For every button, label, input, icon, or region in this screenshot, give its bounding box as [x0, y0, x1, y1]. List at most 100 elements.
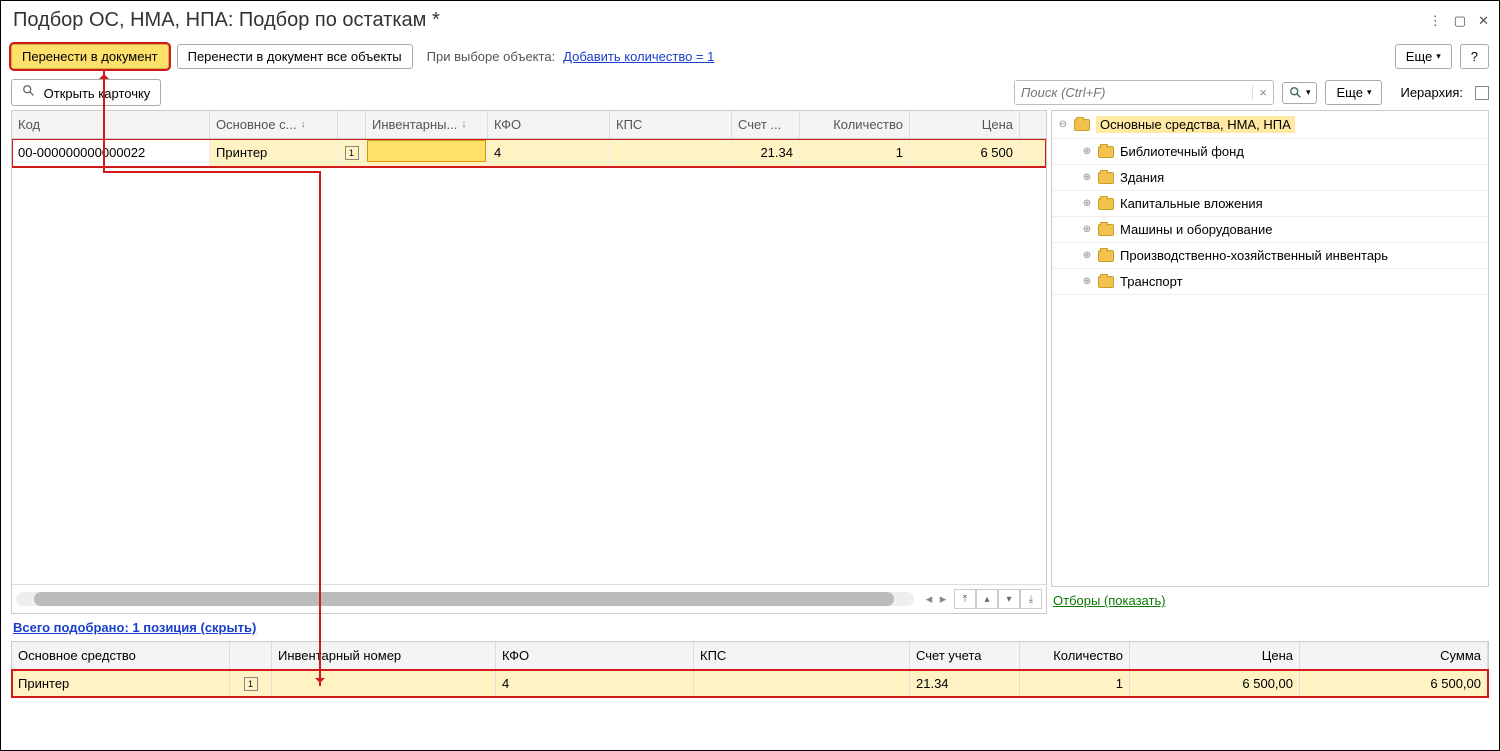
- sort-asc-icon: ↓: [461, 119, 466, 130]
- open-card-button[interactable]: Открыть карточку: [11, 79, 161, 106]
- col-account[interactable]: Счет ...: [732, 111, 800, 138]
- folder-icon: [1098, 276, 1114, 288]
- tree-item[interactable]: ⊕Машины и оборудование: [1052, 217, 1488, 243]
- sel-cell-account: 21.34: [910, 670, 1020, 697]
- sel-col-kps[interactable]: КПС: [694, 642, 910, 669]
- tree-item[interactable]: ⊕Производственно-хозяйственный инвентарь: [1052, 243, 1488, 269]
- scrollbar-thumb[interactable]: [34, 592, 894, 606]
- search-dropdown-button[interactable]: ▾: [1282, 82, 1318, 104]
- tree-item[interactable]: ⊕Библиотечный фонд: [1052, 139, 1488, 165]
- col-inventory[interactable]: Инвентарны...↓: [366, 111, 488, 138]
- on-select-label: При выборе объекта:: [427, 49, 556, 64]
- cell-inventory[interactable]: [366, 139, 488, 166]
- tree-root[interactable]: ⊖ Основные средства, НМА, НПА: [1052, 111, 1488, 139]
- folder-icon: [1098, 224, 1114, 236]
- col-qty[interactable]: Количество: [800, 111, 910, 138]
- card-number-icon: 1: [244, 677, 258, 691]
- sel-col-account[interactable]: Счет учета: [910, 642, 1020, 669]
- nav-first-icon[interactable]: ⤒: [954, 589, 976, 609]
- filters-link[interactable]: Отборы (показать): [1053, 593, 1166, 608]
- more-button-grid[interactable]: Еще ▾: [1325, 80, 1382, 105]
- col-code[interactable]: Код: [12, 111, 210, 138]
- main-grid: Код Основное с...↓ Инвентарны...↓ КФО КП…: [11, 110, 1047, 614]
- tree-item[interactable]: ⊕Транспорт: [1052, 269, 1488, 295]
- sel-cell-osnovnoe: Принтер: [12, 670, 230, 697]
- expand-icon[interactable]: ⊕: [1082, 198, 1092, 209]
- cell-kps: [610, 139, 732, 166]
- col-price[interactable]: Цена: [910, 111, 1020, 138]
- cell-osnovnoe: Принтер: [210, 139, 338, 166]
- scroll-right-icon[interactable]: ▸: [936, 591, 950, 607]
- col-icon[interactable]: [338, 111, 366, 138]
- folder-open-icon: [1074, 119, 1090, 131]
- sel-col-sum[interactable]: Сумма: [1300, 642, 1488, 669]
- summary-link[interactable]: Всего подобрано: 1 позиция (скрыть): [13, 620, 256, 635]
- col-kps[interactable]: КПС: [610, 111, 732, 138]
- more-button-top[interactable]: Еще ▾: [1395, 44, 1452, 69]
- toolbar-second: Открыть карточку × ▾ Еще ▾ Иерархия:: [1, 75, 1499, 110]
- hierarchy-checkbox[interactable]: [1475, 86, 1489, 100]
- sel-col-qty[interactable]: Количество: [1020, 642, 1130, 669]
- inventory-edit-field[interactable]: [368, 141, 485, 161]
- help-button[interactable]: ?: [1460, 44, 1489, 69]
- sel-col-inventory[interactable]: Инвентарный номер: [272, 642, 496, 669]
- cell-code: 00-000000000000022: [12, 139, 210, 166]
- collapse-icon[interactable]: ⊖: [1058, 119, 1068, 130]
- scrollbar-track[interactable]: [16, 592, 914, 606]
- kebab-menu-icon[interactable]: ⋮: [1429, 13, 1442, 29]
- sel-col-price[interactable]: Цена: [1130, 642, 1300, 669]
- annotation-line: [103, 171, 321, 173]
- cell-type-icon: 1: [338, 139, 366, 166]
- sel-cell-price: 6 500,00: [1130, 670, 1300, 697]
- magnify-icon: [22, 84, 36, 98]
- folder-icon: [1098, 250, 1114, 262]
- expand-icon[interactable]: ⊕: [1082, 276, 1092, 287]
- col-osnovnoe[interactable]: Основное с...↓: [210, 111, 338, 138]
- titlebar: Подбор ОС, НМА, НПА: Подбор по остаткам …: [1, 1, 1499, 38]
- selected-row[interactable]: Принтер 1 4 21.34 1 6 500,00 6 500,00: [12, 670, 1488, 697]
- nav-last-icon[interactable]: ⤓: [1020, 589, 1042, 609]
- search-icon: [1289, 86, 1303, 100]
- tree-item[interactable]: ⊕Капитальные вложения: [1052, 191, 1488, 217]
- expand-icon[interactable]: ⊕: [1082, 224, 1092, 235]
- col-kfo[interactable]: КФО: [488, 111, 610, 138]
- toolbar-main: Перенести в документ Перенести в докумен…: [1, 38, 1499, 75]
- cell-account: 21.34: [732, 139, 800, 166]
- search-clear-icon[interactable]: ×: [1252, 85, 1273, 100]
- cell-price: 6 500: [910, 139, 1020, 166]
- folder-icon: [1098, 172, 1114, 184]
- hierarchy-pane: ⊖ Основные средства, НМА, НПА ⊕Библиотеч…: [1051, 110, 1489, 614]
- search-input[interactable]: [1015, 81, 1252, 104]
- annotation-arrow: [319, 173, 321, 686]
- sel-col-icon[interactable]: [230, 642, 272, 669]
- sel-col-osnovnoe[interactable]: Основное средство: [12, 642, 230, 669]
- annotation-arrow: [103, 71, 105, 171]
- sel-cell-inventory: [272, 670, 496, 697]
- transfer-button[interactable]: Перенести в документ: [11, 44, 169, 69]
- chevron-down-icon: ▾: [1367, 87, 1372, 98]
- nav-up-icon[interactable]: ▴: [976, 589, 998, 609]
- add-quantity-link[interactable]: Добавить количество = 1: [563, 49, 714, 64]
- expand-icon[interactable]: ⊕: [1082, 172, 1092, 183]
- grid-header-row: Код Основное с...↓ Инвентарны...↓ КФО КП…: [12, 111, 1046, 139]
- transfer-all-button[interactable]: Перенести в документ все объекты: [177, 44, 413, 69]
- sel-col-kfo[interactable]: КФО: [496, 642, 694, 669]
- sel-cell-kps: [694, 670, 910, 697]
- nav-down-icon[interactable]: ▾: [998, 589, 1020, 609]
- expand-icon[interactable]: ⊕: [1082, 250, 1092, 261]
- table-row[interactable]: 00-000000000000022 Принтер 1 4 21.34 1 6…: [12, 139, 1046, 167]
- expand-icon[interactable]: ⊕: [1082, 146, 1092, 157]
- grid-scrollbar: ◂ ▸ ⤒ ▴ ▾ ⤓: [12, 584, 1046, 613]
- tree-item[interactable]: ⊕Здания: [1052, 165, 1488, 191]
- selected-table: Основное средство Инвентарный номер КФО …: [11, 641, 1489, 698]
- selected-header-row: Основное средство Инвентарный номер КФО …: [12, 642, 1488, 670]
- scroll-left-icon[interactable]: ◂: [922, 591, 936, 607]
- folder-icon: [1098, 146, 1114, 158]
- close-icon[interactable]: ✕: [1478, 13, 1489, 29]
- hierarchy-tree: ⊖ Основные средства, НМА, НПА ⊕Библиотеч…: [1051, 110, 1489, 587]
- card-number-icon: 1: [345, 146, 359, 160]
- maximize-icon[interactable]: ▢: [1454, 13, 1466, 29]
- folder-icon: [1098, 198, 1114, 210]
- sel-cell-kfo: 4: [496, 670, 694, 697]
- chevron-down-icon: ▾: [1306, 87, 1311, 98]
